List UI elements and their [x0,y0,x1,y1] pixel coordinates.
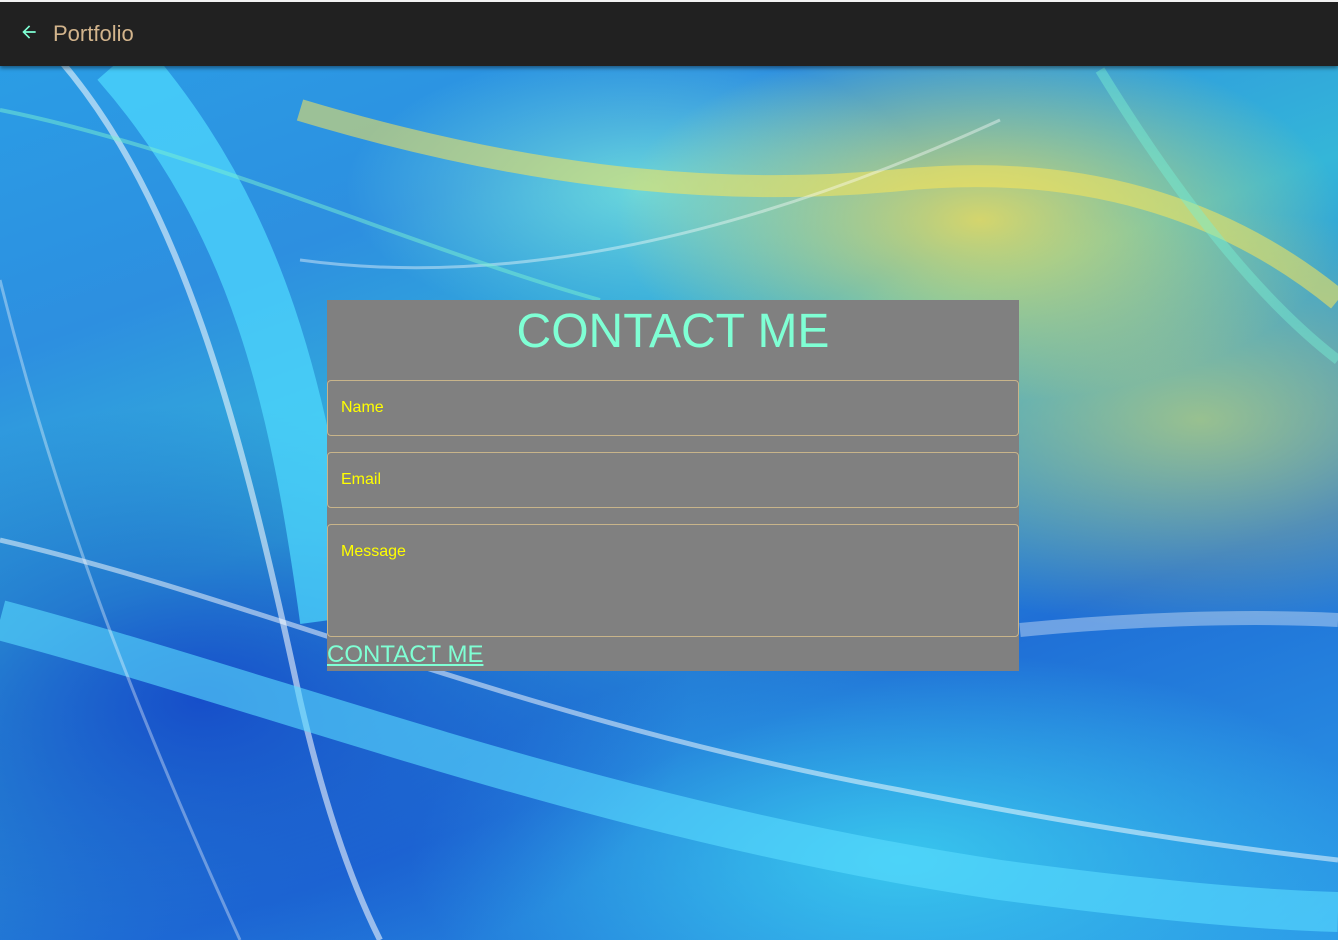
email-field[interactable] [327,452,1019,508]
contact-submit-link[interactable]: CONTACT ME [327,641,483,669]
app-bar: Portfolio [0,0,1338,66]
back-button[interactable] [17,22,41,46]
name-field[interactable] [327,380,1019,436]
contact-card: CONTACT ME CONTACT ME [327,300,1019,671]
message-field[interactable] [327,524,1019,637]
contact-heading: CONTACT ME [516,305,830,358]
app-title[interactable]: Portfolio [53,21,134,47]
page: Portfolio CONTACT ME CONTACT ME [0,0,1338,940]
arrow-left-icon [19,22,39,47]
